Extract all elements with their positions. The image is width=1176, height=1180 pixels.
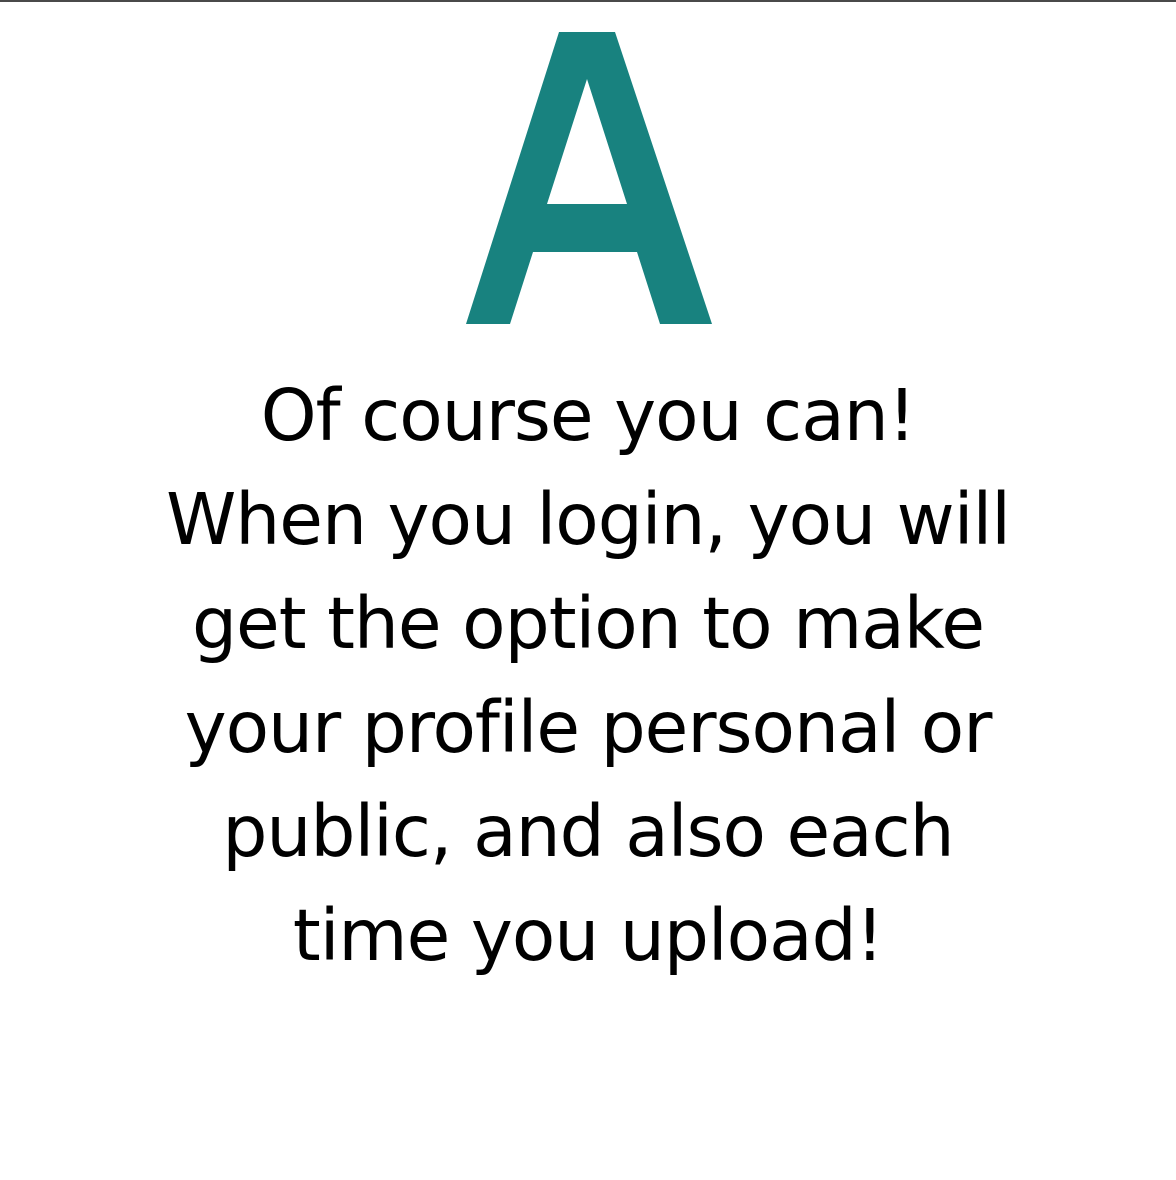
answer-line: public, and also each bbox=[222, 790, 954, 873]
answer-letter-text: A bbox=[0, 329, 1, 330]
answer-card: A Of course you can! When you login, you… bbox=[0, 0, 1176, 1180]
answer-line: get the option to make bbox=[191, 582, 985, 665]
answer-line: When you login, you will bbox=[166, 478, 1011, 561]
answer-letter: A bbox=[0, 24, 1176, 329]
answer-line: time you upload! bbox=[292, 894, 884, 977]
answer-text: Of course you can! When you login, you w… bbox=[40, 364, 1136, 988]
answer-line: your profile personal or bbox=[184, 686, 993, 769]
answer-line: Of course you can! bbox=[260, 374, 916, 457]
answer-letter-glyph bbox=[466, 32, 712, 324]
